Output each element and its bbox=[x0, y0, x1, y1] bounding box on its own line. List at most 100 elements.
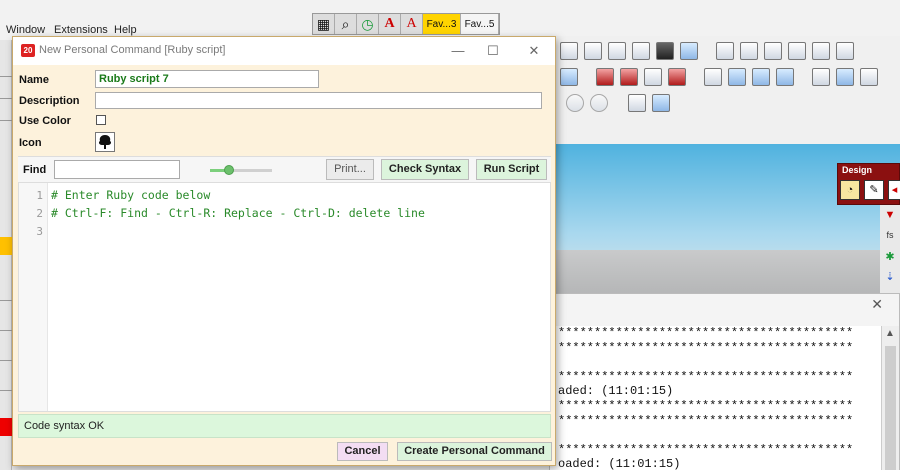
print-button[interactable]: Print... bbox=[326, 159, 374, 180]
dialog-titlebar[interactable]: 20 New Personal Command [Ruby script] — … bbox=[13, 37, 555, 65]
triangle-down-icon[interactable]: ▼ bbox=[882, 207, 898, 223]
right-tool-strip: ▼ fs ✱ ⇣ bbox=[880, 205, 900, 295]
scroll-up-icon[interactable]: ▲ bbox=[885, 328, 895, 339]
design-panel-label: Design bbox=[842, 165, 873, 175]
left-strip-marker bbox=[0, 237, 12, 255]
clock-icon[interactable]: ◔ bbox=[840, 180, 860, 200]
right-view-icon[interactable] bbox=[812, 42, 830, 60]
fav-button-3[interactable]: Fav...3 bbox=[423, 14, 461, 34]
search-icon[interactable]: ⌕ bbox=[335, 14, 357, 34]
tree-icon bbox=[98, 135, 112, 149]
back-view-icon[interactable] bbox=[836, 42, 854, 60]
house-icon[interactable] bbox=[812, 68, 830, 86]
layers-icon[interactable] bbox=[656, 42, 674, 60]
description-label: Description bbox=[19, 95, 80, 107]
left-tool-strip bbox=[0, 40, 12, 470]
cancel-button[interactable]: Cancel bbox=[337, 442, 388, 461]
design-panel: Design ◔ ✎ ◂ bbox=[837, 163, 900, 205]
pan-icon[interactable] bbox=[776, 68, 794, 86]
gear-icon-2[interactable] bbox=[590, 94, 608, 112]
toolbar-row-1 bbox=[560, 42, 854, 60]
rotate-icon[interactable] bbox=[728, 68, 746, 86]
font-size-slider[interactable] bbox=[210, 169, 272, 172]
group-icon[interactable] bbox=[860, 68, 878, 86]
text-size-icon[interactable]: A bbox=[379, 14, 401, 34]
line-number: 1 bbox=[36, 189, 43, 202]
viewport-ground bbox=[556, 250, 900, 294]
check-syntax-button[interactable]: Check Syntax bbox=[381, 159, 469, 180]
left-strip-red-marker bbox=[0, 418, 12, 436]
minimize-button[interactable]: — bbox=[443, 41, 473, 61]
iso-view-icon[interactable] bbox=[716, 42, 734, 60]
arrow-down-icon[interactable]: ⇣ bbox=[882, 269, 898, 285]
text-style-icon[interactable]: A bbox=[401, 14, 423, 34]
console-scroll-thumb[interactable] bbox=[885, 346, 896, 470]
gray-box-icon[interactable] bbox=[644, 68, 662, 86]
app-icon: 20 bbox=[21, 44, 35, 57]
history-icon[interactable]: ◷ bbox=[357, 14, 379, 34]
dialog-title: New Personal Command [Ruby script] bbox=[39, 44, 226, 56]
print-box-icon[interactable] bbox=[628, 94, 646, 112]
menu-extensions[interactable]: Extensions bbox=[54, 24, 108, 36]
orbit-icon[interactable] bbox=[752, 68, 770, 86]
code-editor[interactable]: 1 2 3 # Enter Ruby code below # Ctrl-F: … bbox=[18, 182, 551, 412]
use-color-label: Use Color bbox=[19, 115, 71, 127]
console-close-button[interactable]: ✕ bbox=[871, 296, 883, 313]
component-icon[interactable] bbox=[836, 68, 854, 86]
paint-icon[interactable] bbox=[560, 68, 578, 86]
face-icon[interactable] bbox=[608, 42, 626, 60]
line-number: 3 bbox=[36, 225, 43, 238]
status-text: Code syntax OK bbox=[24, 420, 105, 432]
find-input[interactable] bbox=[54, 160, 180, 179]
red-box-icon-1[interactable] bbox=[596, 68, 614, 86]
save-icon[interactable] bbox=[652, 94, 670, 112]
maximize-button[interactable]: ☐ bbox=[478, 41, 508, 61]
console-output: ****************************************… bbox=[550, 326, 883, 470]
icon-picker-button[interactable] bbox=[95, 132, 115, 152]
code-line[interactable]: # Ctrl-F: Find - Ctrl-R: Replace - Ctrl-… bbox=[51, 206, 425, 220]
create-personal-command-button[interactable]: Create Personal Command bbox=[397, 442, 552, 461]
front-view-icon[interactable] bbox=[788, 42, 806, 60]
formula-icon[interactable]: fs bbox=[882, 227, 898, 243]
ruby-console: ✕ **************************************… bbox=[549, 293, 900, 470]
grid-icon[interactable]: ▦ bbox=[313, 14, 335, 34]
console-line: aded: (11:01:15) bbox=[558, 384, 674, 399]
slider-thumb[interactable] bbox=[223, 165, 234, 175]
top-view-icon[interactable] bbox=[740, 42, 758, 60]
run-script-button[interactable]: Run Script bbox=[476, 159, 547, 180]
console-line: ****************************************… bbox=[558, 369, 854, 384]
find-label: Find bbox=[23, 164, 47, 176]
brush-icon[interactable]: ✎ bbox=[864, 180, 884, 200]
menu-help[interactable]: Help bbox=[114, 24, 137, 36]
bug-icon[interactable]: ✱ bbox=[882, 249, 898, 265]
home-icon[interactable] bbox=[764, 42, 782, 60]
description-field[interactable] bbox=[95, 92, 542, 109]
menu-window[interactable]: Window bbox=[6, 24, 45, 36]
console-line: ****************************************… bbox=[558, 326, 854, 340]
axis-icon[interactable] bbox=[704, 68, 722, 86]
console-scrollbar[interactable]: ▲ bbox=[881, 326, 899, 470]
close-button[interactable]: ✕ bbox=[519, 41, 549, 61]
toolbar-area bbox=[556, 36, 900, 144]
fav-button-5[interactable]: Fav...5 bbox=[461, 14, 499, 34]
red-box-icon-2[interactable] bbox=[620, 68, 638, 86]
console-line: ****************************************… bbox=[558, 442, 854, 457]
gear-icon-1[interactable] bbox=[566, 94, 584, 112]
arrow-icon[interactable]: ◂ bbox=[888, 180, 900, 200]
cube-icon[interactable] bbox=[584, 42, 602, 60]
red-box-icon-3[interactable] bbox=[668, 68, 686, 86]
code-line[interactable]: # Enter Ruby code below bbox=[51, 188, 210, 202]
console-line: ****************************************… bbox=[558, 340, 854, 355]
box-icon[interactable] bbox=[632, 42, 650, 60]
shape-icon[interactable] bbox=[560, 42, 578, 60]
console-line: oaded: (11:01:15) bbox=[558, 457, 681, 470]
console-line: ****************************************… bbox=[558, 398, 854, 413]
name-field[interactable] bbox=[95, 70, 319, 88]
personal-command-dialog: 20 New Personal Command [Ruby script] — … bbox=[12, 36, 556, 466]
find-bar: Find Print... Check Syntax Run Script bbox=[18, 156, 551, 182]
toolbar-row-2 bbox=[560, 68, 878, 86]
use-color-checkbox[interactable] bbox=[96, 115, 106, 125]
box-blue-icon[interactable] bbox=[680, 42, 698, 60]
